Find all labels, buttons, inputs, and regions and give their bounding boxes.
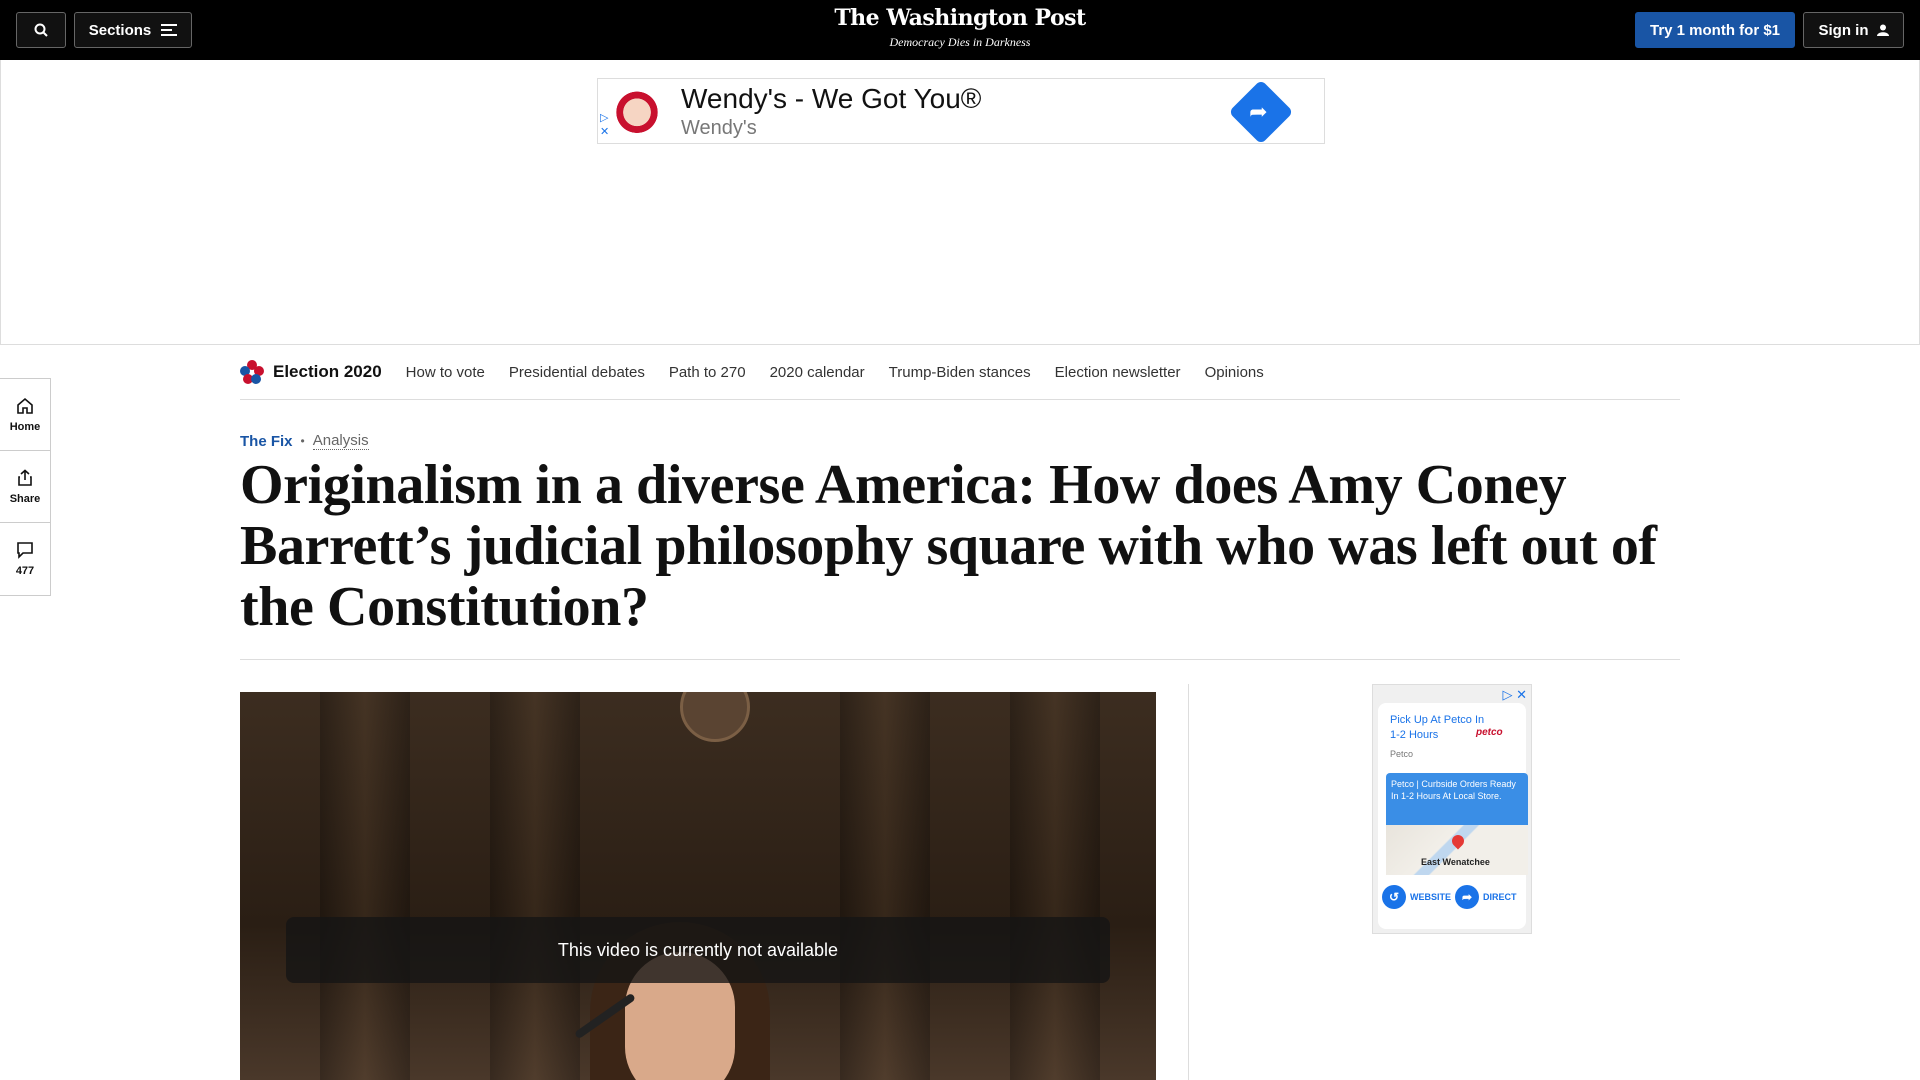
left-action-rail: Home Share 477 bbox=[0, 378, 51, 596]
video-wall-clock bbox=[680, 692, 750, 742]
video-background-panel bbox=[840, 692, 930, 1080]
petco-logo: petco bbox=[1476, 727, 1503, 738]
election-logo-icon bbox=[240, 360, 264, 384]
search-icon bbox=[34, 23, 48, 37]
column-divider bbox=[1188, 684, 1189, 1080]
logo-title: The Washington Post bbox=[834, 5, 1086, 31]
site-logo[interactable]: The Washington Post Democracy Dies in Da… bbox=[760, 5, 1160, 50]
video-player[interactable]: This video is currently not available bbox=[240, 692, 1156, 1080]
election-nav-title[interactable]: Election 2020 bbox=[273, 362, 382, 382]
share-icon bbox=[18, 468, 32, 486]
website-icon[interactable]: ↺ bbox=[1382, 885, 1406, 909]
election-nav-link-how-to-vote[interactable]: How to vote bbox=[406, 364, 485, 381]
directions-icon[interactable]: ➦ bbox=[1455, 885, 1480, 909]
ad-choices-icon[interactable]: ▷ ✕ bbox=[1502, 687, 1527, 703]
side-ad-card: Pick Up At Petco In 1-2 Hours petco Petc… bbox=[1378, 703, 1528, 929]
side-ad[interactable]: ▷ ✕ Pick Up At Petco In 1-2 Hours petco … bbox=[1372, 684, 1532, 934]
home-button[interactable]: Home bbox=[0, 379, 50, 451]
logo-tagline: Democracy Dies in Darkness bbox=[889, 35, 1031, 49]
user-icon bbox=[1876, 24, 1889, 36]
ad-choices-icon[interactable]: ▷ ✕ bbox=[600, 111, 609, 139]
map-pin-icon bbox=[1449, 832, 1467, 850]
side-ad-actions: ↺ WEBSITE ➦ DIRECTIONS bbox=[1382, 885, 1526, 909]
video-unavailable-message: This video is currently not available bbox=[286, 917, 1110, 983]
sign-in-button[interactable]: Sign in bbox=[1803, 12, 1904, 48]
share-label: Share bbox=[9, 492, 41, 505]
video-background-panel bbox=[490, 692, 580, 1080]
kicker-separator: • bbox=[300, 434, 305, 448]
home-label: Home bbox=[9, 420, 41, 433]
election-nav-link-opinions[interactable]: Opinions bbox=[1205, 364, 1264, 381]
side-ad-body: Petco | Curbside Orders Ready In 1-2 Hou… bbox=[1386, 773, 1528, 825]
comments-button[interactable]: 477 bbox=[0, 523, 50, 595]
article-kicker: The Fix • Analysis bbox=[240, 432, 369, 450]
section-link[interactable]: The Fix bbox=[240, 433, 293, 450]
article-headline: Originalism in a diverse America: How do… bbox=[240, 454, 1657, 638]
headline-divider bbox=[240, 659, 1680, 660]
election-nav-link-stances[interactable]: Trump-Biden stances bbox=[889, 364, 1031, 381]
video-background-panel bbox=[320, 692, 410, 1080]
ad-advertiser: Wendy's bbox=[681, 117, 757, 139]
sections-label: Sections bbox=[88, 21, 152, 39]
hamburger-icon bbox=[161, 24, 178, 36]
election-nav-link-newsletter[interactable]: Election newsletter bbox=[1055, 364, 1181, 381]
side-ad-source: Petco bbox=[1390, 749, 1414, 759]
sections-button[interactable]: Sections bbox=[74, 12, 192, 48]
video-background-panel bbox=[1010, 692, 1100, 1080]
wendys-logo bbox=[614, 87, 660, 133]
election-nav-link-debates[interactable]: Presidential debates bbox=[509, 364, 645, 381]
map-place-label: East Wenatchee bbox=[1421, 857, 1490, 867]
website-link[interactable]: WEBSITE bbox=[1410, 892, 1451, 902]
home-icon bbox=[17, 397, 33, 414]
ad-title: Wendy's - We Got You® bbox=[681, 83, 982, 114]
side-ad-headline[interactable]: Pick Up At Petco In 1-2 Hours bbox=[1390, 713, 1490, 743]
election-nav: Election 2020 How to vote Presidential d… bbox=[240, 345, 1680, 400]
share-button[interactable]: Share bbox=[0, 451, 50, 523]
sign-in-label: Sign in bbox=[1818, 21, 1869, 39]
election-nav-link-calendar[interactable]: 2020 calendar bbox=[770, 364, 865, 381]
comments-count: 477 bbox=[15, 565, 35, 577]
top-ad-banner[interactable]: ▷ ✕ Wendy's - We Got You® Wendy's ➦ bbox=[597, 78, 1325, 145]
election-nav-link-path-to-270[interactable]: Path to 270 bbox=[669, 364, 746, 381]
subscribe-trial-button[interactable]: Try 1 month for $1 bbox=[1635, 12, 1795, 48]
analysis-label[interactable]: Analysis bbox=[312, 432, 369, 450]
side-ad-map[interactable]: East Wenatchee bbox=[1386, 825, 1528, 875]
comment-icon bbox=[17, 542, 33, 559]
search-button[interactable] bbox=[16, 12, 66, 48]
directions-icon[interactable]: ➦ bbox=[1228, 79, 1294, 145]
directions-link[interactable]: DIRECTIONS bbox=[1483, 892, 1517, 902]
top-navigation-bar: Sections The Washington Post Democracy D… bbox=[0, 0, 1920, 60]
top-ad-area: ▷ ✕ Wendy's - We Got You® Wendy's ➦ bbox=[0, 60, 1920, 345]
